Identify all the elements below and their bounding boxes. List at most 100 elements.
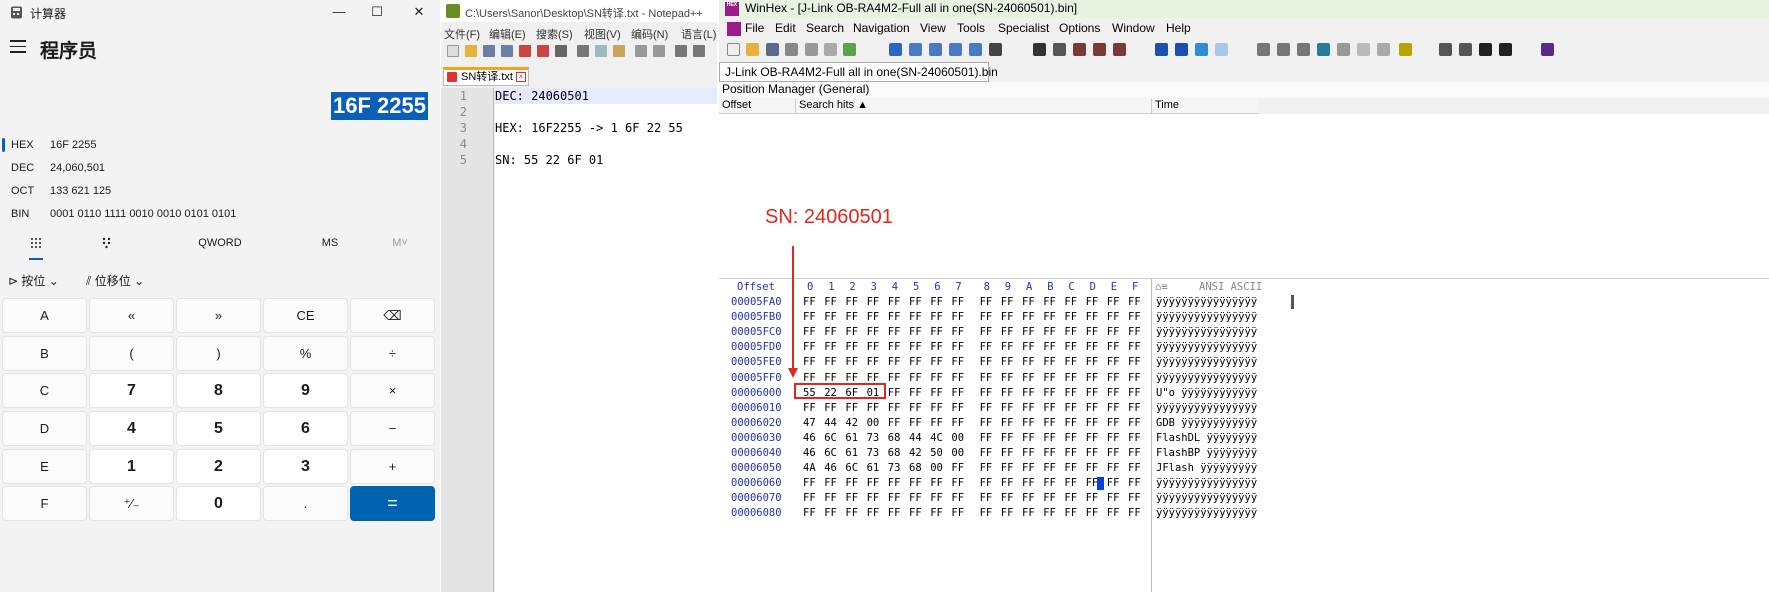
hex-byte[interactable]: FF	[824, 402, 837, 414]
hex-byte[interactable]: FF	[845, 356, 858, 368]
memory-list-button[interactable]: M˅	[382, 232, 418, 256]
key-9[interactable]: 9	[263, 373, 348, 408]
hex-byte[interactable]: FF	[1128, 326, 1141, 338]
hex-byte[interactable]: FF	[980, 462, 993, 474]
hex-byte[interactable]: FF	[1022, 492, 1035, 504]
ascii-text[interactable]: GDB ÿÿÿÿÿÿÿÿÿÿÿÿ	[1156, 417, 1257, 429]
hex-byte[interactable]: FF	[867, 341, 880, 353]
hex-byte[interactable]: FF	[1022, 356, 1035, 368]
hex-byte[interactable]: FF	[1107, 326, 1120, 338]
menu-help[interactable]: Help	[1166, 21, 1191, 35]
hex-byte[interactable]: FF	[1128, 311, 1141, 323]
goto-sector-icon[interactable]	[1175, 43, 1188, 56]
hex-byte[interactable]: FF	[1107, 296, 1120, 308]
hex-byte[interactable]: FF	[888, 492, 901, 504]
hex-byte[interactable]: FF	[930, 492, 943, 504]
save-icon[interactable]	[483, 45, 495, 57]
key-negate[interactable]: ⁺∕₋	[89, 486, 174, 521]
key-equals[interactable]: =	[350, 486, 435, 521]
hex-byte[interactable]: 00	[930, 462, 943, 474]
hex-byte[interactable]: 42	[845, 417, 858, 429]
hex-byte[interactable]: FF	[909, 417, 922, 429]
hex-byte[interactable]: FF	[980, 507, 993, 519]
npp-menu-encoding[interactable]: 编码(N)	[631, 26, 668, 42]
npp-file-tab[interactable]: SN转译.txt ×	[443, 67, 529, 86]
ascii-text[interactable]: ÿÿÿÿÿÿÿÿÿÿÿÿÿÿÿÿ	[1156, 296, 1257, 308]
hex-byte[interactable]: FF	[1001, 341, 1014, 353]
print-icon[interactable]	[555, 45, 567, 57]
ascii-text[interactable]: FlashBP ÿÿÿÿÿÿÿÿ	[1156, 447, 1257, 459]
menu-navigation[interactable]: Navigation	[853, 21, 910, 35]
hex-byte[interactable]: FF	[1064, 387, 1077, 399]
hex-byte[interactable]: FF	[1022, 296, 1035, 308]
hex-byte[interactable]: FF	[1064, 432, 1077, 444]
hex-byte[interactable]: FF	[951, 417, 964, 429]
hex-byte[interactable]: FF	[1022, 387, 1035, 399]
hex-byte[interactable]: FF	[1001, 402, 1014, 414]
hex-byte[interactable]: FF	[1022, 372, 1035, 384]
hex-row[interactable]: 00006020 47 44 42 00 FF FF FF FF FF FF FF FF FF FF FF FF…	[719, 417, 1284, 432]
hex-byte[interactable]: FF	[1107, 507, 1120, 519]
hex-byte[interactable]: FF	[930, 417, 943, 429]
back-icon[interactable]	[1195, 43, 1208, 56]
prev-window-icon[interactable]	[1479, 43, 1492, 56]
find-text-icon[interactable]	[1033, 43, 1046, 56]
hex-byte[interactable]: FF	[1086, 372, 1099, 384]
hex-byte[interactable]: FF	[1043, 372, 1056, 384]
hex-byte[interactable]: FF	[888, 372, 901, 384]
bitwise-dropdown[interactable]: ⊳ 按位 ⌄	[8, 272, 59, 289]
key-2[interactable]: 2	[176, 449, 261, 484]
hex-byte[interactable]: 68	[909, 462, 922, 474]
open-file-icon[interactable]	[465, 45, 477, 57]
hex-byte[interactable]: FF	[930, 477, 943, 489]
find-again-icon[interactable]	[1113, 43, 1126, 56]
hex-byte[interactable]: FF	[1043, 447, 1056, 459]
hex-row[interactable]: 00006010 FF FF FF FF FF FF FF FF FF FF FF FF FF FF FF FF…	[719, 402, 1284, 417]
hex-byte[interactable]: FF	[1022, 447, 1035, 459]
hex-byte[interactable]: FF	[845, 341, 858, 353]
hex-byte[interactable]: FF	[1043, 341, 1056, 353]
hex-byte[interactable]: FF	[1001, 326, 1014, 338]
hex-byte[interactable]: FF	[1128, 402, 1141, 414]
hex-byte[interactable]: FF	[930, 402, 943, 414]
hex-byte[interactable]: FF	[1001, 311, 1014, 323]
menu-window[interactable]: Window	[1112, 21, 1155, 35]
hex-byte[interactable]: 68	[888, 447, 901, 459]
hex-byte[interactable]: FF	[909, 477, 922, 489]
paste-icon[interactable]	[613, 45, 625, 57]
hash-icon[interactable]	[1377, 43, 1390, 56]
undo-icon[interactable]	[635, 45, 647, 57]
qword-toggle[interactable]: QWORD	[190, 232, 250, 256]
hex-byte[interactable]: FF	[1043, 492, 1056, 504]
hex-byte[interactable]: FF	[1107, 432, 1120, 444]
npp-menu-file[interactable]: 文件(F)	[444, 26, 480, 42]
hex-byte[interactable]: FF	[845, 372, 858, 384]
hex-byte[interactable]: FF	[1001, 432, 1014, 444]
ascii-text[interactable]: ÿÿÿÿÿÿÿÿÿÿÿÿÿÿÿÿ	[1156, 492, 1257, 504]
hex-byte[interactable]: FF	[1022, 462, 1035, 474]
hex-byte[interactable]: FF	[845, 311, 858, 323]
hex-byte[interactable]: FF	[845, 402, 858, 414]
hex-byte[interactable]: FF	[1128, 372, 1141, 384]
hex-byte[interactable]: FF	[930, 372, 943, 384]
hex-byte[interactable]: 68	[888, 432, 901, 444]
key-shift-right[interactable]: »	[176, 298, 261, 333]
hex-byte[interactable]: FF	[1086, 341, 1099, 353]
ascii-text[interactable]: ÿÿÿÿÿÿÿÿÿÿÿÿÿÿÿÿ	[1156, 477, 1257, 489]
hex-byte[interactable]: FF	[951, 341, 964, 353]
key-7[interactable]: 7	[89, 373, 174, 408]
hex-editor[interactable]: Offset 0123456789ABCDEF ⌂≡ ANSI ASCII 00…	[719, 278, 1769, 592]
hex-byte[interactable]: 4A	[803, 462, 816, 474]
hex-byte[interactable]: FF	[1022, 341, 1035, 353]
hex-byte[interactable]: 73	[888, 462, 901, 474]
key-close-paren[interactable]: )	[176, 336, 261, 371]
replace-icon[interactable]	[693, 45, 705, 57]
memory-store-button[interactable]: MS	[310, 232, 350, 256]
cut-icon[interactable]	[577, 45, 589, 57]
hex-byte[interactable]: FF	[1043, 432, 1056, 444]
hex-byte[interactable]: FF	[888, 326, 901, 338]
hex-byte[interactable]: FF	[1086, 402, 1099, 414]
hex-byte[interactable]: FF	[888, 341, 901, 353]
ascii-text[interactable]: ÿÿÿÿÿÿÿÿÿÿÿÿÿÿÿÿ	[1156, 341, 1257, 353]
hex-byte[interactable]: FF	[1086, 462, 1099, 474]
